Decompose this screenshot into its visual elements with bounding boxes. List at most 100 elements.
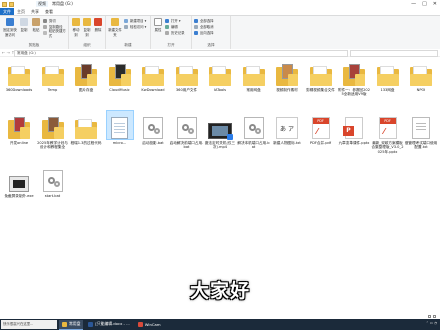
folder-icon	[376, 66, 399, 86]
file-item[interactable]: 2025年教学计划与设计和教程集全	[37, 111, 68, 150]
shortcut-icon	[43, 30, 47, 35]
group-label: 打开	[167, 43, 175, 47]
batch-file-icon	[243, 117, 264, 139]
file-item[interactable]: 程瑞1.3的过程代码	[71, 111, 101, 145]
file-label: 启动投影.bat	[142, 141, 164, 145]
app-icon	[88, 321, 94, 327]
text-file-icon: あ ア	[276, 117, 298, 139]
copy-to-button[interactable]: 复制到	[82, 18, 92, 37]
cut-button[interactable]: 剪切	[43, 18, 56, 23]
file-item[interactable]: IATools	[205, 58, 235, 92]
minimize-button[interactable]: —	[411, 1, 416, 7]
file-item[interactable]: 启动解决前端口占用.bat	[170, 111, 203, 150]
paste-button[interactable]: 粘贴	[31, 18, 41, 32]
taskbar-search[interactable]: 快乐很高兴在这里...	[1, 320, 57, 329]
contextual-tab[interactable]: 视频	[36, 1, 48, 7]
taskbar-item[interactable]: WinCam	[135, 320, 164, 329]
batch-file-icon	[143, 117, 163, 139]
select-none-button[interactable]: 全部取消	[194, 24, 214, 29]
file-item[interactable]: 剪辑视频集合文件	[306, 58, 336, 92]
edit-button[interactable]: 编辑	[165, 24, 178, 29]
file-item[interactable]: 免截屏录制外.exe	[4, 164, 34, 198]
file-item[interactable]: 解决本机端口占用.bat	[237, 111, 270, 150]
file-icon-wrap	[6, 164, 32, 192]
file-item[interactable]: P 九章变革课件.pptx	[339, 111, 369, 145]
video-subtitle: 大家好	[189, 280, 250, 302]
navigation-buttons[interactable]: ← → ↑	[2, 50, 15, 55]
file-item[interactable]: あ ア新建人物图标.txt	[272, 111, 302, 145]
properties-button[interactable]: 属性	[153, 18, 163, 32]
file-item[interactable]: PDF ⁄ 最新_双碳方案模板合集整理版_V3.0_2025年.pptx	[371, 111, 404, 154]
taskbar-item[interactable]: 常用盘	[59, 319, 84, 330]
file-icon-wrap	[408, 111, 434, 139]
file-item[interactable]: 视频制作素材	[272, 58, 302, 92]
folder-icon	[175, 66, 198, 86]
paste-shortcut-button[interactable]: 粘贴快捷方式	[43, 29, 68, 38]
file-item[interactable]: 常用网盘	[239, 58, 269, 92]
window-title: 常用盘 (G:)	[52, 1, 73, 6]
move-to-button[interactable]: 移动到	[71, 18, 81, 37]
tab-view[interactable]: 查看	[42, 8, 56, 15]
file-item[interactable]: 360Downloads	[4, 58, 34, 92]
file-item[interactable]: Temp	[38, 58, 68, 92]
maximize-button[interactable]: □	[422, 1, 427, 7]
pin-button[interactable]: 固定到快速访问	[3, 18, 17, 37]
open-button[interactable]: 打开 ▾	[165, 18, 181, 23]
pin-icon	[6, 18, 14, 26]
file-icon-wrap	[207, 58, 233, 86]
file-icon-wrap	[40, 164, 66, 192]
file-item[interactable]: NPOI	[406, 58, 436, 92]
pdf-file-icon: PDF ⁄	[378, 117, 397, 139]
tab-file[interactable]: 文件	[0, 8, 14, 15]
new-folder-button[interactable]: 新建文件夹	[108, 18, 122, 37]
file-label: 免截屏录制外.exe	[4, 194, 34, 198]
select-all-button[interactable]: 全部选择	[194, 18, 214, 23]
file-item[interactable]: 开发online	[4, 111, 34, 145]
invert-selection-button[interactable]: 反向选择	[194, 30, 214, 35]
copy-button[interactable]: 复制	[19, 18, 29, 32]
clipboard-group: 固定到快速访问 复制 粘贴 剪切 复制路径 粘贴快捷方式 剪贴板	[0, 16, 69, 49]
quick-access-toolbar	[2, 1, 14, 7]
tab-home[interactable]: 主页	[14, 8, 28, 15]
close-button[interactable]: ✕	[433, 1, 437, 7]
properties-icon	[154, 18, 162, 26]
file-item[interactable]: 做管理考试端口使用配置.txt	[405, 111, 437, 150]
folder-icon	[75, 119, 97, 139]
file-label: 2025年教学计划与设计和教程集全	[37, 141, 68, 150]
search-input[interactable]	[350, 50, 438, 57]
file-item[interactable]: 魔法定时关机(仅三次).mp4	[205, 111, 235, 150]
folder-icon[interactable]	[2, 1, 7, 7]
tab-share[interactable]: 共享	[28, 8, 42, 15]
large-icons-view-icon[interactable]	[433, 315, 436, 318]
file-label: 九章变革课件.pptx	[338, 141, 370, 145]
folder-icon	[410, 66, 432, 86]
details-view-icon[interactable]	[428, 315, 431, 318]
file-item[interactable]: 360用户文件	[172, 58, 202, 92]
history-button[interactable]: 历史记录	[165, 30, 185, 35]
folder-icon	[276, 64, 298, 86]
file-item[interactable]: start.bat	[38, 164, 68, 198]
easy-access-icon	[124, 24, 128, 29]
select-group: 全部选择 全部取消 反向选择 选择	[192, 16, 231, 49]
delete-button[interactable]: 删除	[93, 18, 103, 32]
new-item-button[interactable]: 新建项目 ▾	[124, 18, 146, 23]
folder-icon[interactable]	[9, 1, 14, 7]
file-item[interactable]: 133网盘	[373, 58, 403, 92]
file-item[interactable]: 启动投影.bat	[138, 111, 168, 145]
file-item[interactable]: micro...	[105, 110, 135, 145]
copy-to-icon	[83, 18, 91, 26]
group-label: 剪贴板	[28, 43, 40, 47]
file-item[interactable]: PDF ⁄ PDF合并.pdf	[306, 111, 336, 145]
address-path[interactable]: 常用盘 (G:)	[14, 50, 348, 57]
easy-access-button[interactable]: 轻松访问 ▾	[124, 24, 146, 29]
file-icon-wrap	[207, 111, 233, 140]
file-label: NPOI	[416, 88, 426, 92]
file-item[interactable]: 图片存盘	[71, 58, 101, 92]
file-icon-wrap	[308, 58, 334, 86]
file-item[interactable]: CloudMusic	[105, 58, 135, 92]
taskbar-item[interactable]: [只能编辑.docx - ...	[85, 320, 132, 329]
file-item[interactable]: 附件一：参赛回2025全新适用V9版	[338, 58, 370, 97]
select-all-icon	[194, 18, 198, 23]
file-item[interactable]: KwDownload	[138, 58, 168, 92]
folder-icon	[309, 66, 332, 86]
